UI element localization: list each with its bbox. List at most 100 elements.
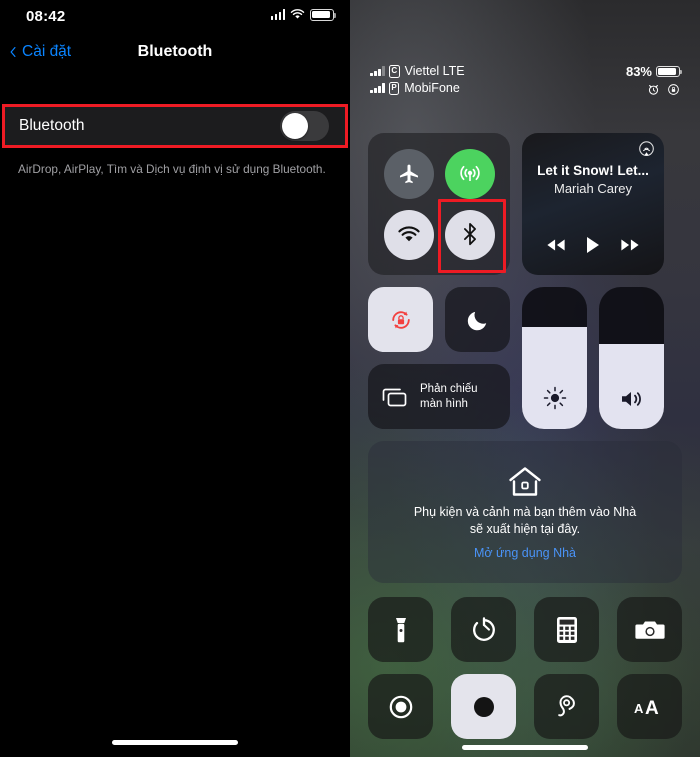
tile-row-2: A A (368, 674, 682, 739)
volume-slider[interactable] (599, 287, 664, 429)
screen-record-icon (389, 695, 412, 718)
home-indicator[interactable] (112, 740, 238, 745)
timer-button[interactable] (451, 597, 516, 662)
screenshot-root: 08:42 Cài đặt Bluetooth Bluetooth AirDro… (0, 0, 700, 757)
cellular-data-icon (459, 165, 480, 181)
timer-icon (472, 616, 495, 641)
wifi-icon (290, 9, 305, 20)
hearing-button[interactable] (534, 674, 599, 739)
cellular-signal-icon (370, 66, 385, 76)
rotation-lock-icon (391, 310, 410, 329)
rotation-lock-icon (668, 84, 679, 95)
tile-row-1 (368, 597, 682, 662)
flashlight-button[interactable] (368, 597, 433, 662)
svg-text:A: A (634, 701, 644, 716)
cc-row-middle: Phản chiếu màn hình (368, 287, 682, 429)
bluetooth-icon (463, 222, 476, 245)
cc-row-top: Let it Snow! Let... Mariah Carey (368, 133, 682, 275)
settings-spacer (0, 72, 350, 104)
bluetooth-row-label: Bluetooth (19, 117, 85, 134)
screen-mirroring-label: Phản chiếu màn hình (420, 382, 478, 411)
brightness-slider-fill (522, 326, 587, 429)
bluetooth-button[interactable] (444, 209, 495, 260)
volume-icon (599, 387, 664, 411)
alarm-clock-icon (648, 85, 659, 95)
bluetooth-toggle-row[interactable]: Bluetooth (2, 104, 348, 148)
flashlight-icon (395, 617, 406, 642)
rotation-lock-button[interactable] (368, 287, 433, 352)
battery-icon (310, 9, 336, 21)
camera-icon (634, 621, 665, 639)
play-icon (587, 237, 600, 253)
screen-mirroring-label-line2: màn hình (420, 397, 468, 410)
brightness-icon (522, 385, 587, 411)
svg-text:A: A (645, 698, 659, 718)
carrier-list: C Viettel LTE P MobiFone (370, 64, 465, 95)
navigation-bar: Cài đặt Bluetooth (0, 32, 350, 72)
screen-mirroring-icon (382, 388, 407, 406)
sim-badge: P (388, 81, 400, 95)
rewind-icon (547, 239, 565, 251)
bluetooth-footnote: AirDrop, AirPlay, Tìm và Dịch vụ định vị… (18, 162, 326, 176)
calculator-button[interactable] (534, 597, 599, 662)
airplay-audio-icon[interactable] (638, 141, 655, 163)
previous-track-button[interactable] (546, 238, 566, 257)
status-mini-icons (647, 83, 680, 96)
settings-bluetooth-screen: 08:42 Cài đặt Bluetooth Bluetooth AirDro… (0, 0, 350, 757)
battery-status: 83% (625, 64, 682, 79)
dark-mode-button[interactable] (451, 674, 516, 739)
control-center-status-bar: C Viettel LTE P MobiFone 83% (350, 64, 700, 96)
cc-toggle-pair (368, 287, 510, 352)
battery-percent-label: 83% (625, 64, 652, 79)
fast-forward-icon (621, 239, 639, 251)
cc-toggle-stack: Phản chiếu màn hình (368, 287, 510, 429)
cellular-data-button[interactable] (444, 148, 495, 199)
text-size-button[interactable]: A A (617, 674, 682, 739)
bluetooth-switch[interactable] (280, 111, 329, 141)
airplane-mode-button[interactable] (383, 148, 434, 199)
text-size-icon: A A (634, 698, 659, 718)
home-empty-text-line2: sẽ xuất hiện tại đây. (469, 522, 581, 536)
play-pause-button[interactable] (585, 236, 600, 259)
back-button-label: Cài đặt (22, 43, 72, 60)
carrier-row: P MobiFone (370, 81, 465, 95)
brightness-slider[interactable] (522, 287, 587, 429)
open-home-app-link[interactable]: Mở ứng dụng Nhà (474, 546, 576, 560)
connectivity-module (368, 133, 510, 275)
sim-badge: C (388, 64, 400, 78)
camera-button[interactable] (617, 597, 682, 662)
wifi-button[interactable] (383, 209, 434, 260)
screen-mirroring-button[interactable]: Phản chiếu màn hình (368, 364, 510, 429)
next-track-button[interactable] (620, 238, 640, 257)
media-transport-controls (522, 236, 664, 259)
carrier-row: C Viettel LTE (370, 64, 465, 78)
chevron-left-icon (10, 47, 16, 57)
home-indicator[interactable] (462, 745, 588, 750)
hearing-icon (557, 694, 575, 716)
carrier-name: MobiFone (404, 81, 460, 95)
calculator-icon (556, 616, 577, 643)
control-center-grid: Let it Snow! Let... Mariah Carey Phản ch… (368, 133, 682, 739)
cellular-signal-icon (270, 9, 285, 21)
do-not-disturb-button[interactable] (445, 287, 510, 352)
home-empty-text: Phụ kiện và cảnh mà bạn thêm vào Nhà sẽ … (414, 504, 636, 539)
status-bar-indicators (270, 9, 336, 21)
battery-icon (656, 65, 682, 78)
screen-record-button[interactable] (368, 674, 433, 739)
control-center-screen: C Viettel LTE P MobiFone 83% Let it Snow… (350, 0, 700, 757)
now-playing-module[interactable]: Let it Snow! Let... Mariah Carey (522, 133, 664, 275)
airplane-mode-icon (399, 164, 418, 183)
now-playing-artist: Mariah Carey (553, 181, 633, 196)
now-playing-title: Let it Snow! Let... (537, 163, 649, 178)
status-bar-time: 08:42 (26, 8, 66, 25)
screen-mirroring-label-line1: Phản chiếu (420, 383, 478, 396)
home-house-icon (509, 466, 541, 496)
home-accessories-module[interactable]: Phụ kiện và cảnh mà bạn thêm vào Nhà sẽ … (368, 441, 682, 583)
back-button[interactable]: Cài đặt (8, 32, 71, 72)
wifi-icon (397, 225, 420, 241)
dark-mode-icon (473, 696, 494, 717)
status-right-cluster: 83% (625, 64, 682, 96)
bluetooth-switch-knob (282, 113, 308, 139)
quick-action-tiles: A A (368, 597, 682, 739)
page-title: Bluetooth (137, 43, 213, 60)
